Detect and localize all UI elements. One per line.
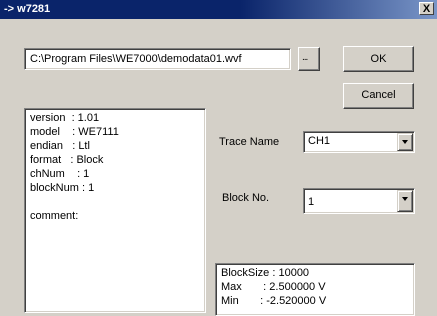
info-line-blocknum: blockNum : 1 xyxy=(30,182,95,194)
stats-line-max: Max : 2.500000 V xyxy=(221,281,326,293)
chevron-down-icon[interactable] xyxy=(397,133,413,151)
browse-label: ... xyxy=(302,52,308,63)
cancel-button[interactable]: Cancel xyxy=(343,83,414,109)
stats-line-min: Min : -2.520000 V xyxy=(221,295,327,307)
trace-name-value: CH1 xyxy=(308,135,331,147)
file-path-field[interactable]: C:\Program Files\WE7000\demodata01.wvf xyxy=(24,48,291,70)
close-icon: X xyxy=(422,3,431,15)
info-line-format: format : Block xyxy=(30,154,104,166)
info-line-model: model : WE7111 xyxy=(30,126,119,138)
block-no-label: Block No. xyxy=(222,192,270,204)
trace-name-label: Trace Name xyxy=(219,136,280,148)
chevron-down-icon[interactable] xyxy=(397,190,413,212)
file-path-text: C:\Program Files\WE7000\demodata01.wvf xyxy=(30,53,242,65)
trace-name-select[interactable]: CH1 xyxy=(303,131,415,153)
file-info-text[interactable]: version : 1.01 model : WE7111 endian : L… xyxy=(24,108,206,313)
info-line-version: version : 1.01 xyxy=(30,112,100,124)
window-title: -> w7281 xyxy=(4,3,51,15)
stats-line-blocksize: BlockSize : 10000 xyxy=(221,267,310,279)
title-bar[interactable]: -> w7281 X xyxy=(0,0,437,19)
info-line-chnum: chNum : 1 xyxy=(30,168,90,180)
block-no-value: 1 xyxy=(308,196,315,208)
info-line-comment: comment: xyxy=(30,210,79,222)
info-line-endian: endian : Ltl xyxy=(30,140,90,152)
close-button[interactable]: X xyxy=(419,2,434,15)
block-no-select[interactable]: 1 xyxy=(303,188,415,214)
ok-button[interactable]: OK xyxy=(343,46,414,72)
block-stats-text[interactable]: BlockSize : 10000 Max : 2.500000 V Min :… xyxy=(215,263,415,316)
browse-button[interactable]: ... xyxy=(298,47,320,71)
